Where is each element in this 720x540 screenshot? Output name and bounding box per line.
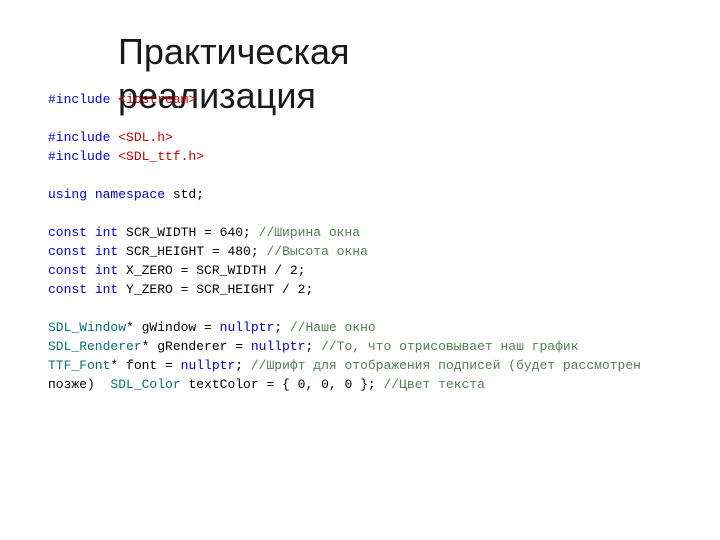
code-token: * font = — [110, 358, 180, 373]
code-line: TTF_Font* font = nullptr; //Шрифт для от… — [48, 356, 641, 375]
code-line: #include <SDL.h> — [48, 128, 641, 147]
code-line: const int SCR_WIDTH = 640; //Ширина окна — [48, 223, 641, 242]
code-token: #include — [48, 149, 118, 164]
code-token: SDL_Window — [48, 320, 126, 335]
code-token: //Цвет текста — [383, 377, 484, 392]
code-token: SDL_Renderer — [48, 339, 142, 354]
code-token: <SDL.h> — [118, 130, 173, 145]
code-token: std; — [173, 187, 204, 202]
code-line: SDL_Window* gWindow = nullptr; //Наше ок… — [48, 318, 641, 337]
code-token: ; — [305, 339, 321, 354]
code-token: X_ZERO = SCR_WIDTH / 2; — [126, 263, 305, 278]
code-token: * gRenderer = — [142, 339, 251, 354]
code-token: //Наше окно — [290, 320, 376, 335]
code-token: int — [95, 225, 126, 240]
code-token: Y_ZERO = SCR_HEIGHT / 2; — [126, 282, 313, 297]
code-token: #include — [48, 92, 118, 107]
code-token: позже) — [48, 377, 110, 392]
code-token: //Шрифт для отображения подписей (будет … — [251, 358, 641, 373]
code-line — [48, 166, 641, 185]
code-token: //То, что отрисовывает наш график — [321, 339, 578, 354]
code-token: const — [48, 263, 95, 278]
code-token: ; — [235, 358, 251, 373]
code-token: nullptr — [181, 358, 236, 373]
code-token: const — [48, 225, 95, 240]
code-line: const int SCR_HEIGHT = 480; //Высота окн… — [48, 242, 641, 261]
code-token: using — [48, 187, 95, 202]
code-line: using namespace std; — [48, 185, 641, 204]
code-token: * gWindow = — [126, 320, 220, 335]
code-token: TTF_Font — [48, 358, 110, 373]
code-token: #include — [48, 130, 118, 145]
code-token: //Ширина окна — [259, 225, 360, 240]
code-token: nullptr — [220, 320, 275, 335]
code-token: <SDL_ttf.h> — [118, 149, 204, 164]
code-line: SDL_Renderer* gRenderer = nullptr; //То,… — [48, 337, 641, 356]
code-token: int — [95, 244, 126, 259]
code-line — [48, 299, 641, 318]
code-token: SDL_Color — [110, 377, 180, 392]
code-block: #include <iostream> #include <SDL.h>#inc… — [48, 90, 641, 394]
code-token: ; — [274, 320, 290, 335]
code-token: SCR_HEIGHT = 480; — [126, 244, 266, 259]
code-token: //Высота окна — [266, 244, 367, 259]
slide: Практическая реализация #include <iostre… — [0, 0, 720, 540]
code-token: int — [95, 282, 126, 297]
code-token: textColor = { 0, 0, 0 }; — [181, 377, 384, 392]
code-token: <iostream> — [118, 92, 196, 107]
code-line: const int Y_ZERO = SCR_HEIGHT / 2; — [48, 280, 641, 299]
code-line: const int X_ZERO = SCR_WIDTH / 2; — [48, 261, 641, 280]
code-line: позже) SDL_Color textColor = { 0, 0, 0 }… — [48, 375, 641, 394]
code-line: #include <iostream> — [48, 90, 641, 109]
code-token: int — [95, 263, 126, 278]
code-line — [48, 204, 641, 223]
code-token: SCR_WIDTH = 640; — [126, 225, 259, 240]
code-line — [48, 109, 641, 128]
code-token: const — [48, 282, 95, 297]
code-line: #include <SDL_ttf.h> — [48, 147, 641, 166]
code-token: const — [48, 244, 95, 259]
code-token: namespace — [95, 187, 173, 202]
code-token: nullptr — [251, 339, 306, 354]
